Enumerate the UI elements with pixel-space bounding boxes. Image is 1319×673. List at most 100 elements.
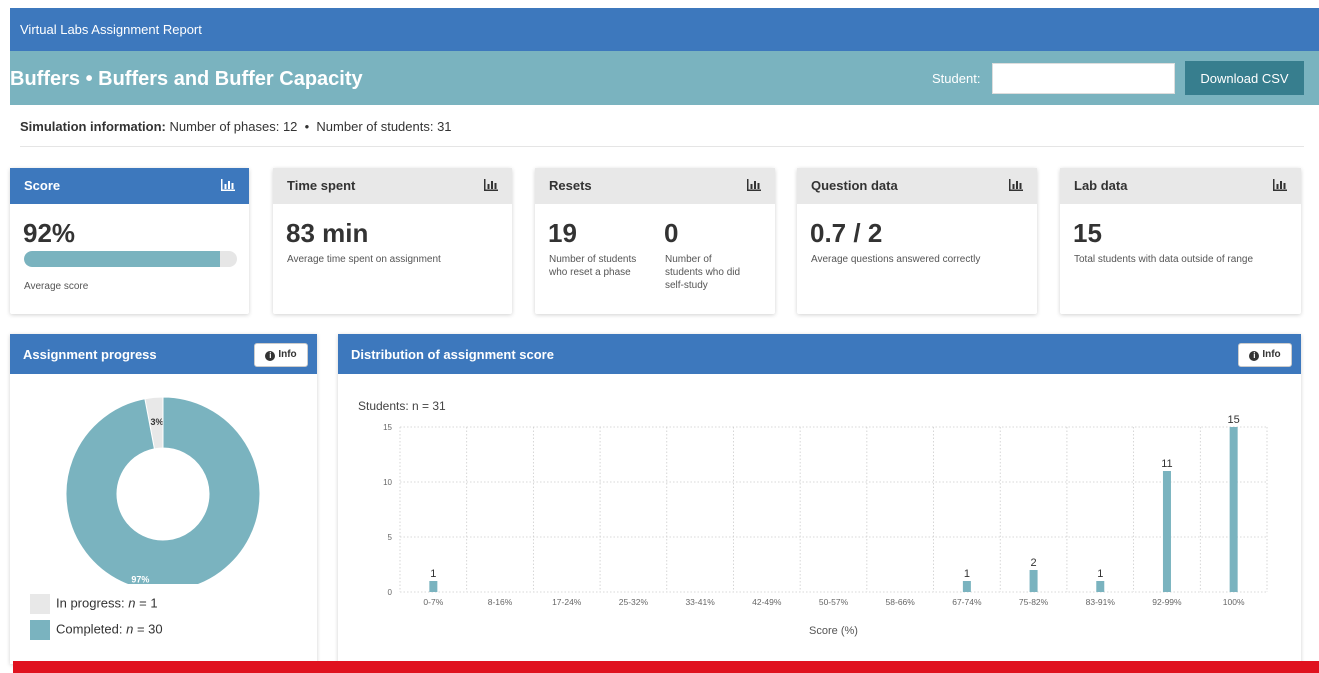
legend-in-progress: In progress: n = 1: [30, 594, 158, 614]
assignment-title: Buffers • Buffers and Buffer Capacity: [10, 68, 363, 90]
bar-chart-icon[interactable]: [1273, 179, 1287, 191]
student-label: Student:: [932, 71, 981, 86]
dist-panel-title: Distribution of assignment score: [351, 347, 554, 362]
x-tick-label: 83-91%: [1086, 597, 1116, 607]
time-card-title: Time spent: [287, 178, 356, 193]
info-icon: i: [1249, 351, 1260, 361]
score-distribution-panel: Distribution of assignment score i Info S…: [338, 334, 1301, 664]
lab-card-header: Lab data: [1060, 168, 1301, 204]
bar-chart-icon[interactable]: [221, 179, 235, 191]
score-card-title: Score: [24, 178, 61, 193]
resets-card[interactable]: Resets 19 Number of students who reset a…: [535, 168, 775, 314]
score-progress-fill: [24, 251, 220, 267]
question-card-header: Question data: [797, 168, 1037, 204]
lab-card-title: Lab data: [1074, 178, 1128, 193]
question-caption: Average questions answered correctly: [811, 254, 981, 265]
histogram-bar[interactable]: [429, 581, 438, 592]
question-value: 0.7 / 2: [810, 218, 883, 248]
x-tick-label: 25-32%: [619, 597, 649, 607]
bar-value-label: 15: [1228, 414, 1240, 426]
x-tick-label: 50-57%: [819, 597, 849, 607]
histogram-bar[interactable]: [962, 581, 971, 592]
score-progress-bar: [24, 251, 237, 267]
y-tick-label: 5: [388, 533, 393, 542]
y-tick-label: 15: [383, 423, 392, 432]
progress-panel-title: Assignment progress: [23, 347, 157, 362]
x-axis-label: Score (%): [809, 625, 858, 637]
chart-title: Students: n = 31: [358, 399, 446, 413]
x-tick-label: 33-41%: [685, 597, 715, 607]
score-caption: Average score: [24, 281, 89, 292]
histogram-bar[interactable]: [1229, 427, 1238, 592]
x-tick-label: 100%: [1223, 597, 1245, 607]
x-tick-label: 75-82%: [1019, 597, 1049, 607]
bar-value-label: 11: [1161, 458, 1172, 470]
histogram-bar[interactable]: [1029, 570, 1038, 592]
legend-label-completed: Completed: [56, 621, 119, 637]
legend-swatch-in-progress: [30, 594, 50, 614]
assignment-header: Buffers • Buffers and Buffer Capacity St…: [10, 51, 1319, 105]
donut-label-in-progress: 3%: [150, 417, 163, 427]
progress-info-button[interactable]: i Info: [254, 343, 308, 367]
simulation-info-label: Simulation information:: [20, 119, 166, 134]
assignment-progress-panel: Assignment progress i Info 3% 97% In progr…: [10, 334, 317, 664]
reset-value: 19: [548, 218, 577, 248]
legend-n-in-progress: 1: [150, 595, 158, 611]
x-tick-label: 0-7%: [423, 597, 443, 607]
histogram-bar[interactable]: [1096, 581, 1105, 592]
app-title-bar: Virtual Labs Assignment Report: [10, 8, 1319, 51]
y-tick-label: 10: [383, 478, 392, 487]
lab-data-card[interactable]: Lab data 15 Total students with data out…: [1060, 168, 1301, 314]
question-data-card[interactable]: Question data 0.7 / 2 Average questions …: [797, 168, 1037, 314]
x-tick-label: 58-66%: [886, 597, 916, 607]
legend-label-in-progress: In progress: [56, 595, 122, 611]
legend-n-completed: 30: [148, 621, 163, 637]
bar-chart-icon[interactable]: [1009, 179, 1023, 191]
score-histogram: Students: n = 3105101510-7% 8-16% 17-24% 25…: [358, 399, 1268, 637]
bar-value-label: 1: [1097, 568, 1103, 580]
resets-card-header: Resets: [535, 168, 775, 204]
score-card[interactable]: Score 92% Average score: [10, 168, 249, 314]
x-tick-label: 67-74%: [952, 597, 982, 607]
bar-chart-icon[interactable]: [484, 179, 498, 191]
donut-slice-completed[interactable]: [65, 396, 261, 584]
legend-swatch-completed: [30, 620, 50, 640]
time-caption: Average time spent on assignment: [287, 254, 441, 265]
progress-info-label: Info: [278, 349, 297, 360]
x-tick-label: 92-99%: [1152, 597, 1182, 607]
dist-panel-header: Distribution of assignment score i Info: [338, 334, 1301, 374]
progress-panel-header: Assignment progress i Info: [10, 334, 317, 374]
time-card-header: Time spent: [273, 168, 512, 204]
selfstudy-stat: 0 Number of students who did self-study: [651, 204, 771, 292]
reset-stat: 19 Number of students who reset a phase: [535, 204, 650, 279]
lab-value: 15: [1073, 218, 1102, 248]
app-title: Virtual Labs Assignment Report: [20, 22, 202, 37]
selfstudy-caption: Number of students who did self-study: [665, 254, 741, 291]
x-tick-label: 17-24%: [552, 597, 582, 607]
donut-label-completed: 97%: [131, 575, 149, 584]
dist-info-label: Info: [1262, 349, 1281, 360]
score-value: 92%: [23, 218, 76, 248]
time-value: 83 min: [286, 218, 369, 248]
bar-value-label: 2: [1031, 557, 1037, 569]
lab-caption: Total students with data outside of rang…: [1074, 254, 1254, 265]
histogram-bar[interactable]: [1162, 471, 1171, 592]
time-spent-card[interactable]: Time spent 83 min Average time spent on …: [273, 168, 512, 314]
bar-chart-icon[interactable]: [747, 179, 761, 191]
y-tick-label: 0: [388, 588, 393, 597]
bar-value-label: 1: [964, 568, 970, 580]
score-card-header: Score: [10, 168, 249, 204]
progress-donut-chart: 3% 97%: [65, 396, 261, 584]
info-icon: i: [265, 351, 276, 361]
student-input[interactable]: [992, 63, 1175, 94]
footer-bar: [13, 661, 1319, 673]
reset-caption: Number of students who reset a phase: [549, 254, 637, 278]
x-tick-label: 8-16%: [488, 597, 513, 607]
dist-info-button[interactable]: i Info: [1238, 343, 1292, 367]
download-csv-button[interactable]: Download CSV: [1185, 61, 1304, 95]
bar-value-label: 1: [430, 568, 436, 580]
simulation-info-text: Number of phases: 12 • Number of student…: [165, 119, 452, 134]
legend-completed: Completed: n = 30: [30, 620, 163, 640]
question-card-title: Question data: [811, 178, 898, 193]
selfstudy-value: 0: [664, 218, 679, 248]
